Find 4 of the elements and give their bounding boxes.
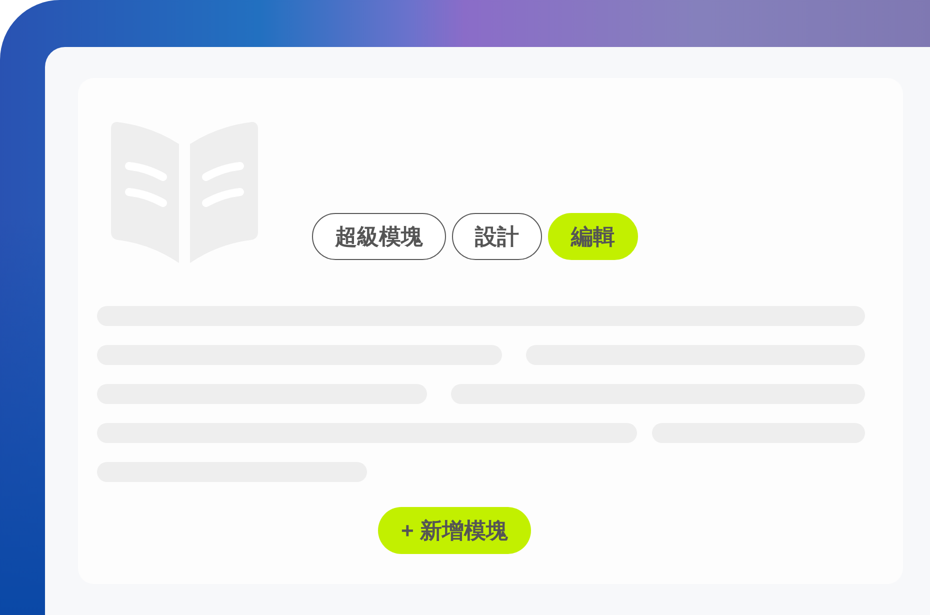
category-tab[interactable]: 超級模塊 bbox=[312, 213, 446, 260]
category-tab[interactable]: 編輯 bbox=[548, 213, 638, 260]
add-block-button[interactable]: + 新增模塊 bbox=[378, 507, 531, 554]
category-tab[interactable]: 設計 bbox=[452, 213, 542, 260]
